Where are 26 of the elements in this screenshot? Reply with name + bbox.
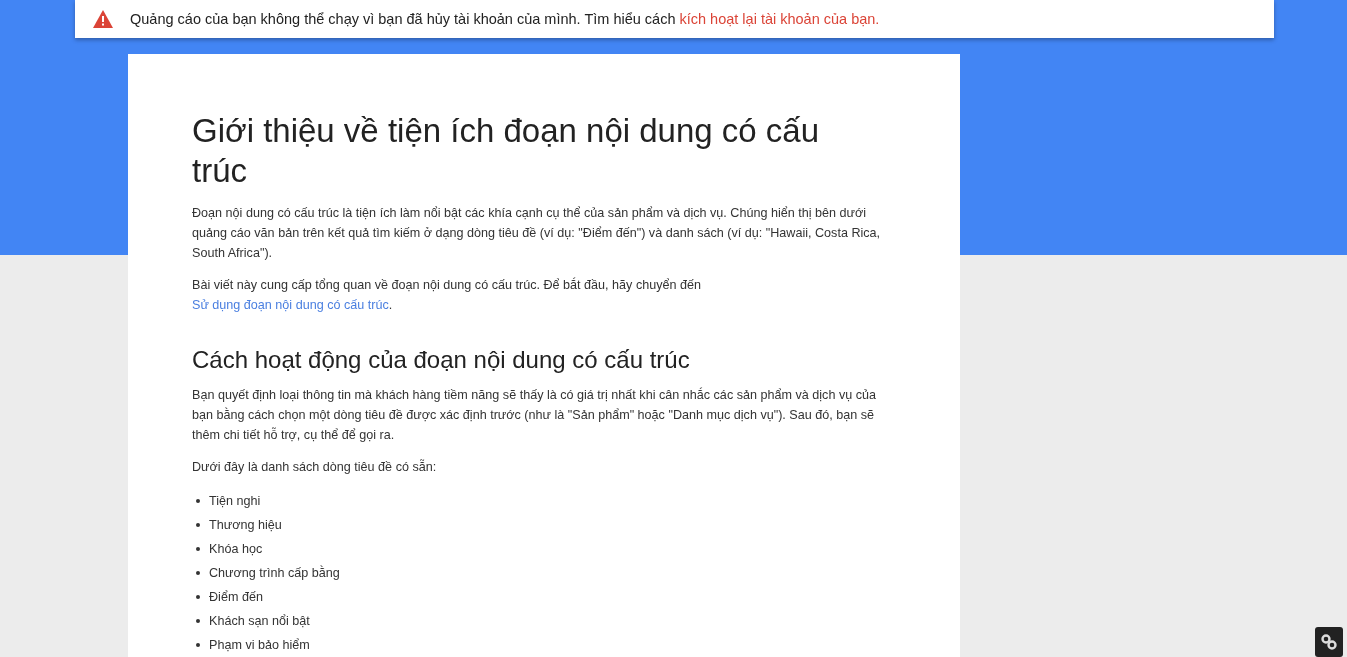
bullet-icon (196, 571, 200, 575)
list-item: Chương trình cấp bằng (209, 565, 340, 581)
list-item: Khóa học (209, 541, 263, 557)
list-item: Khách sạn nổi bật (209, 613, 310, 629)
paragraph: Đoạn nội dung có cấu trúc là tiện ích làm nổi bật các khía cạnh cụ thể của sản phẩm và dịch vụ. Chúng hiển thị bên dưới quảng cáo văn bản trên kết quả tìm kiếm ở dạng dòng tiêu đề (ví dụ: "Điểm đến") và danh sách (ví dụ: "Hawaii, Costa Rica, South Africa"). (192, 205, 882, 262)
bullet-icon (196, 619, 200, 623)
link-button[interactable] (1315, 627, 1343, 657)
bullet-icon (196, 499, 200, 503)
paragraph: Dưới đây là danh sách dòng tiêu đề có sẵn: (192, 458, 438, 476)
alert-message: Quảng cáo của bạn không thể chạy vì bạn đã hủy tài khoản của mình. Tìm hiểu cách kích hoạt lại tài khoản của bạn. (130, 11, 880, 27)
article-link[interactable]: Sử dụng đoạn nội dung có cấu trúc (192, 298, 389, 312)
bullet-icon (196, 643, 200, 647)
list-item: Tiện nghi (209, 493, 261, 509)
bullet-icon (196, 595, 200, 599)
section-heading: Cách hoạt động của đoạn nội dung có cấu trúc (192, 345, 691, 375)
list-item: Điểm đến (209, 589, 263, 605)
warning-icon (92, 9, 114, 29)
list-item: Thương hiệu (209, 517, 282, 533)
list-item: Phạm vi bảo hiểm (209, 637, 310, 653)
link-icon (1320, 633, 1338, 651)
reactivate-link[interactable]: kích hoạt lại tài khoản của bạn. (679, 11, 880, 27)
paragraph: Bài viết này cung cấp tổng quan về đoạn nội dung có cấu trúc. Để bắt đầu, hãy chuyển đến Sử dụng đoạn nội dung có cấu trúc. (192, 276, 702, 314)
paragraph: Bạn quyết định loại thông tin mà khách hàng tiềm năng sẽ thấy là có giá trị nhất khi cân nhắc các sản phẩm và dịch vụ của bạn bằng cách chọn một dòng tiêu đề được xác định trước (như là "Sản phẩm" hoặc "Danh mục dịch vụ"). Sau đó, bạn sẽ thêm chi tiết hỗ trợ, cụ thể để gọi ra. (192, 386, 877, 444)
bullet-icon (196, 523, 200, 527)
bullet-icon (196, 547, 200, 551)
article-title: Giới thiệu về tiện ích đoạn nội dung có cấu trúc (192, 111, 821, 191)
